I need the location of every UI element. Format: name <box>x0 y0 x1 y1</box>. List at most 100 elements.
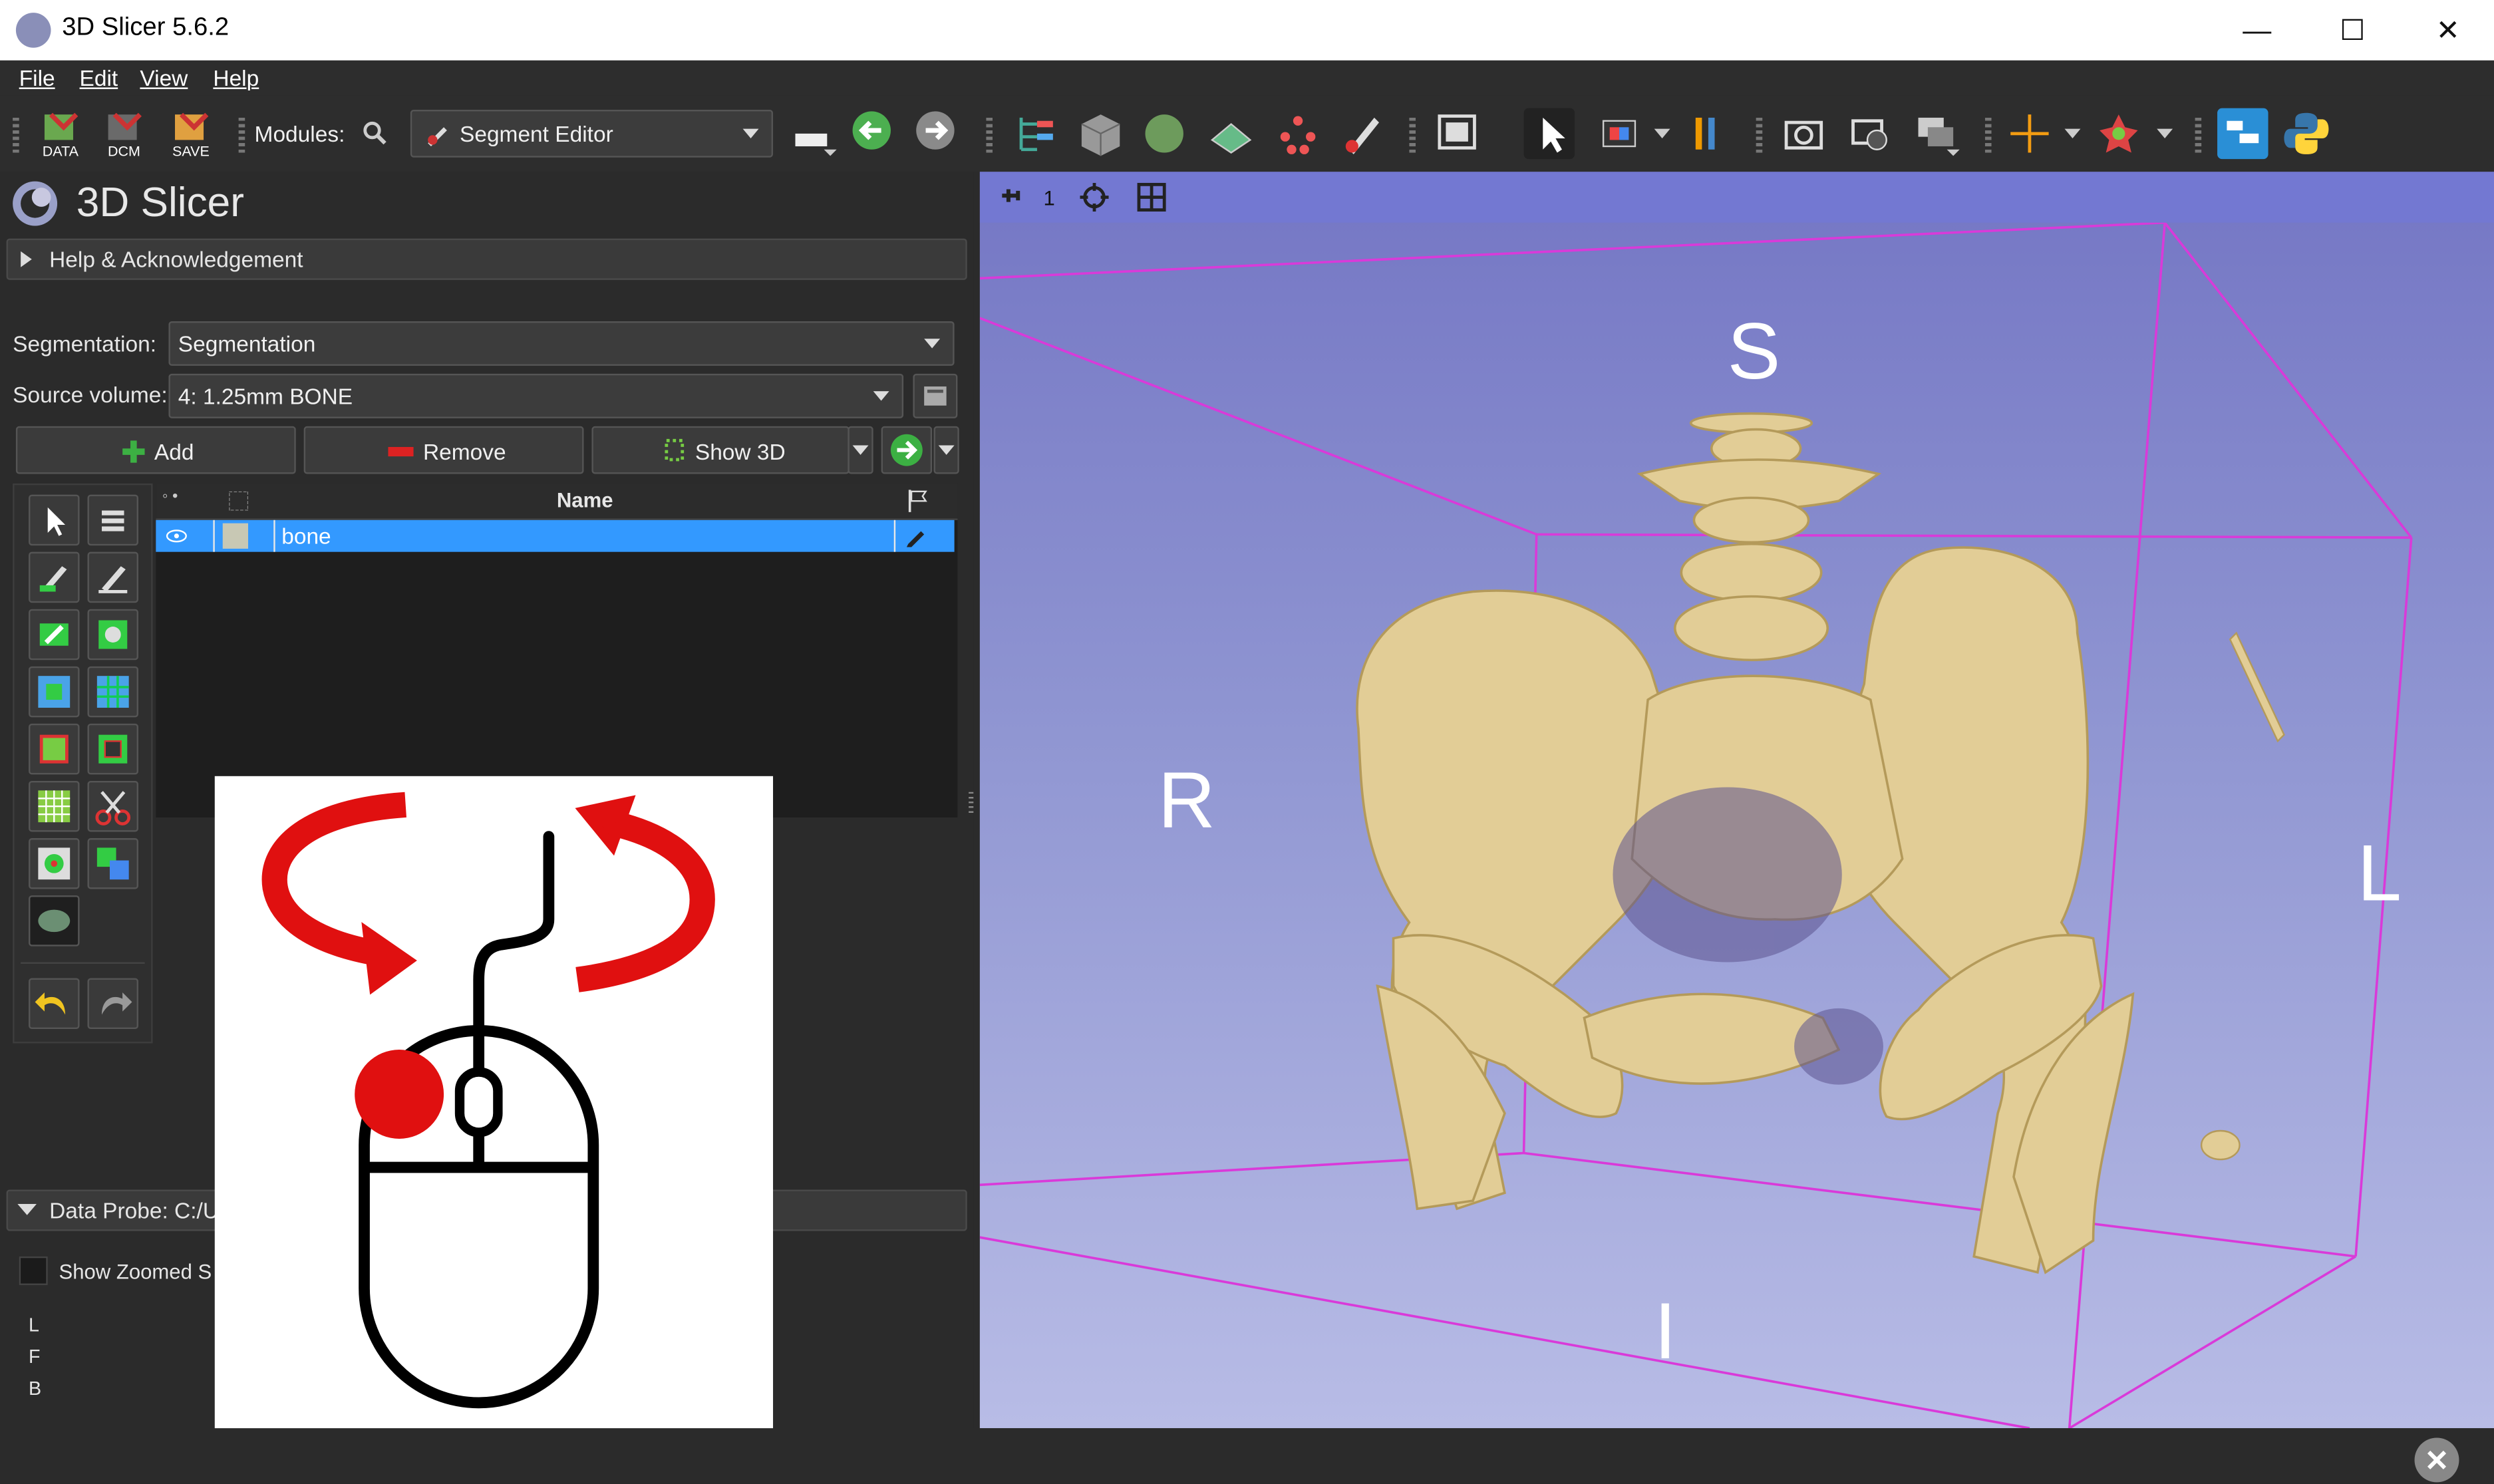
crosshair-button[interactable] <box>2004 108 2056 160</box>
fill-slices-icon <box>96 676 129 708</box>
title-bar: 3D Slicer 5.6.2 — ☐ ✕ <box>0 0 2494 61</box>
remove-button-label: Remove <box>423 438 506 465</box>
effect-grow-from-seeds-button[interactable] <box>29 666 80 718</box>
segment-editor-module-button[interactable] <box>1336 108 1387 160</box>
module-search-icon[interactable] <box>363 121 388 146</box>
toolbar-grip[interactable] <box>1756 117 1763 153</box>
effect-scissors-button[interactable] <box>87 780 139 832</box>
name-column-header[interactable]: Name <box>557 488 613 512</box>
place-markup-button[interactable] <box>2094 108 2145 160</box>
source-volume-selector[interactable]: 4: 1.25mm BONE <box>168 373 904 418</box>
3d-view[interactable]: 1 S R L I <box>979 172 2494 1429</box>
segmentation-selector[interactable]: Segmentation <box>168 321 955 366</box>
window-level-button[interactable] <box>1594 108 1645 160</box>
forward-module-button[interactable] <box>913 108 964 160</box>
module-history-button[interactable] <box>789 108 840 160</box>
effect-mask-volume-button[interactable] <box>29 895 80 947</box>
toolbar-grip[interactable] <box>986 117 993 153</box>
redo-button[interactable] <box>87 978 139 1029</box>
save-data-button[interactable]: SAVE <box>166 108 217 159</box>
eye-icon[interactable] <box>166 528 188 544</box>
toolbar-grip[interactable] <box>1984 117 1992 153</box>
python-console-button[interactable] <box>2281 108 2332 160</box>
crosshair-module-button[interactable] <box>1683 108 1734 160</box>
load-dicom-button[interactable]: DCM <box>98 108 150 159</box>
back-module-button[interactable] <box>850 108 901 160</box>
sequence-browser-button[interactable] <box>1912 108 1963 160</box>
effect-none-button[interactable] <box>29 494 80 546</box>
menu-view[interactable]: View <box>140 65 188 90</box>
effect-draw-button[interactable] <box>87 551 139 603</box>
add-segment-button[interactable]: Add <box>15 426 296 474</box>
orientation-marker-right: R <box>1158 755 1215 845</box>
effect-fill-between-slices-button[interactable] <box>87 666 139 718</box>
effects-toolbar <box>13 483 153 1044</box>
effect-logical-operators-button[interactable] <box>87 838 139 889</box>
extensions-manager-button[interactable] <box>2217 108 2268 160</box>
close-window-button[interactable]: ✕ <box>2412 7 2485 55</box>
models-module-button[interactable] <box>1139 108 1190 160</box>
error-log-button[interactable] <box>2414 1437 2459 1483</box>
toolbar-grip[interactable] <box>2195 117 2202 153</box>
orientation-marker-left: L <box>2357 828 2402 918</box>
chevron-down-icon <box>852 445 869 455</box>
center-view-icon[interactable] <box>1078 182 1110 214</box>
chevron-down-icon[interactable] <box>1654 128 1670 139</box>
undo-button[interactable] <box>29 978 80 1029</box>
pencil-icon[interactable] <box>903 523 929 549</box>
module-selector[interactable]: Segment Editor <box>410 109 774 158</box>
effect-level-tracing-button[interactable] <box>87 609 139 661</box>
show-zoomed-checkbox[interactable] <box>19 1256 48 1285</box>
segment-options-dropdown[interactable] <box>933 426 959 474</box>
color-column-icon[interactable] <box>229 491 248 511</box>
effect-erase-button[interactable] <box>29 609 80 661</box>
screen-capture-button[interactable] <box>1778 108 1829 160</box>
remove-segment-button[interactable]: Remove <box>303 426 584 474</box>
menu-file[interactable]: File <box>19 65 55 90</box>
show-3d-button[interactable]: Show 3D <box>591 426 850 474</box>
show-3d-dropdown[interactable] <box>848 426 873 474</box>
effect-threshold-toggle[interactable] <box>87 494 139 546</box>
menu-edit[interactable]: Edit <box>80 65 118 90</box>
level-tracing-icon <box>98 620 128 649</box>
table-row[interactable]: bone <box>156 519 955 552</box>
source-volume-options-button[interactable] <box>913 373 958 418</box>
segment-name[interactable]: bone <box>281 523 331 549</box>
segment-color-swatch[interactable] <box>222 523 248 549</box>
show-zoomed-label: Show Zoomed S <box>59 1259 212 1284</box>
chevron-down-icon[interactable] <box>2064 128 2081 139</box>
layout-icon <box>1438 114 1476 150</box>
chevron-down-icon[interactable] <box>2157 128 2173 139</box>
effect-hollow-button[interactable] <box>87 723 139 775</box>
volumes-module-button[interactable] <box>1075 108 1126 160</box>
flag-icon[interactable] <box>907 488 929 514</box>
pin-icon[interactable] <box>999 186 1024 208</box>
markup-star-icon <box>2100 114 2138 153</box>
segment-next-button[interactable] <box>881 426 933 474</box>
layout-button[interactable] <box>1432 108 1483 160</box>
toolbar-grip[interactable] <box>238 117 245 153</box>
minimize-button[interactable]: — <box>2221 7 2294 55</box>
effect-margin-button[interactable] <box>29 723 80 775</box>
load-data-button[interactable]: DATA <box>35 108 86 159</box>
window-level-icon <box>1602 120 1637 148</box>
help-acknowledgement-section[interactable]: Help & Acknowledgement <box>6 238 967 280</box>
scene-view-button[interactable] <box>1845 108 1897 160</box>
visibility-column-icon[interactable]: ◦ • <box>162 488 178 506</box>
plus-icon <box>122 440 145 463</box>
hierarchy-icon <box>1019 117 1053 152</box>
splitter-handle[interactable] <box>969 792 974 815</box>
layout-grid-icon[interactable] <box>1136 182 1168 214</box>
effect-islands-button[interactable] <box>29 838 80 889</box>
segments-table: ◦ • Name bone <box>156 483 958 817</box>
toolbar-grip[interactable] <box>13 117 19 153</box>
mouse-mode-view-button[interactable] <box>1523 108 1575 160</box>
markups-module-button[interactable] <box>1273 108 1324 160</box>
effect-smoothing-button[interactable] <box>29 780 80 832</box>
data-module-button[interactable] <box>1012 108 1063 160</box>
toolbar-grip[interactable] <box>1409 117 1416 153</box>
transforms-module-button[interactable] <box>1205 108 1257 160</box>
menu-help[interactable]: Help <box>213 65 259 90</box>
maximize-button[interactable]: ☐ <box>2316 7 2389 55</box>
effect-paint-button[interactable] <box>29 551 80 603</box>
